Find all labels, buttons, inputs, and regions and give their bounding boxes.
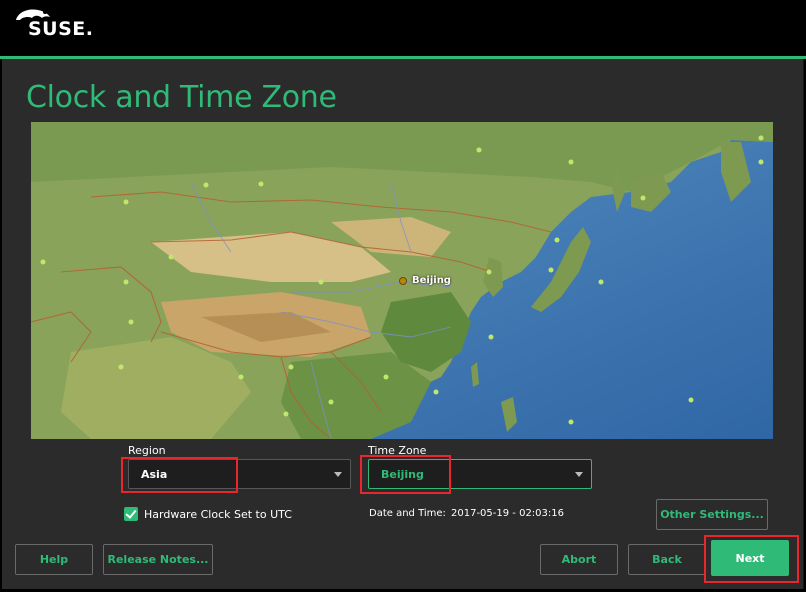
help-button[interactable]: Help <box>15 544 93 575</box>
world-map-image <box>31 122 773 439</box>
release-notes-button[interactable]: Release Notes... <box>103 544 213 575</box>
abort-button[interactable]: Abort <box>540 544 618 575</box>
map-city-label-beijing: Beijing <box>412 275 451 286</box>
suse-logo: SUSE. <box>28 18 94 40</box>
datetime-label: Date and Time: <box>369 508 446 519</box>
region-label: Region <box>128 444 166 457</box>
next-highlight-box <box>704 535 799 583</box>
checkmark-icon <box>125 507 137 519</box>
hardware-clock-label[interactable]: Hardware Clock Set to UTC <box>144 508 292 521</box>
header-bar: SUSE. <box>0 0 806 56</box>
timezone-map[interactable]: Beijing <box>31 122 773 439</box>
chevron-down-icon <box>334 472 342 477</box>
timezone-highlight-box <box>360 455 451 494</box>
other-settings-button[interactable]: Other Settings... <box>656 499 768 530</box>
hardware-clock-checkbox[interactable] <box>124 507 138 521</box>
back-button[interactable]: Back <box>628 544 706 575</box>
page-title: Clock and Time Zone <box>26 80 337 115</box>
chevron-down-icon <box>575 472 583 477</box>
datetime-value: 2017-05-19 - 02:03:16 <box>451 508 564 519</box>
region-highlight-box <box>121 457 238 493</box>
